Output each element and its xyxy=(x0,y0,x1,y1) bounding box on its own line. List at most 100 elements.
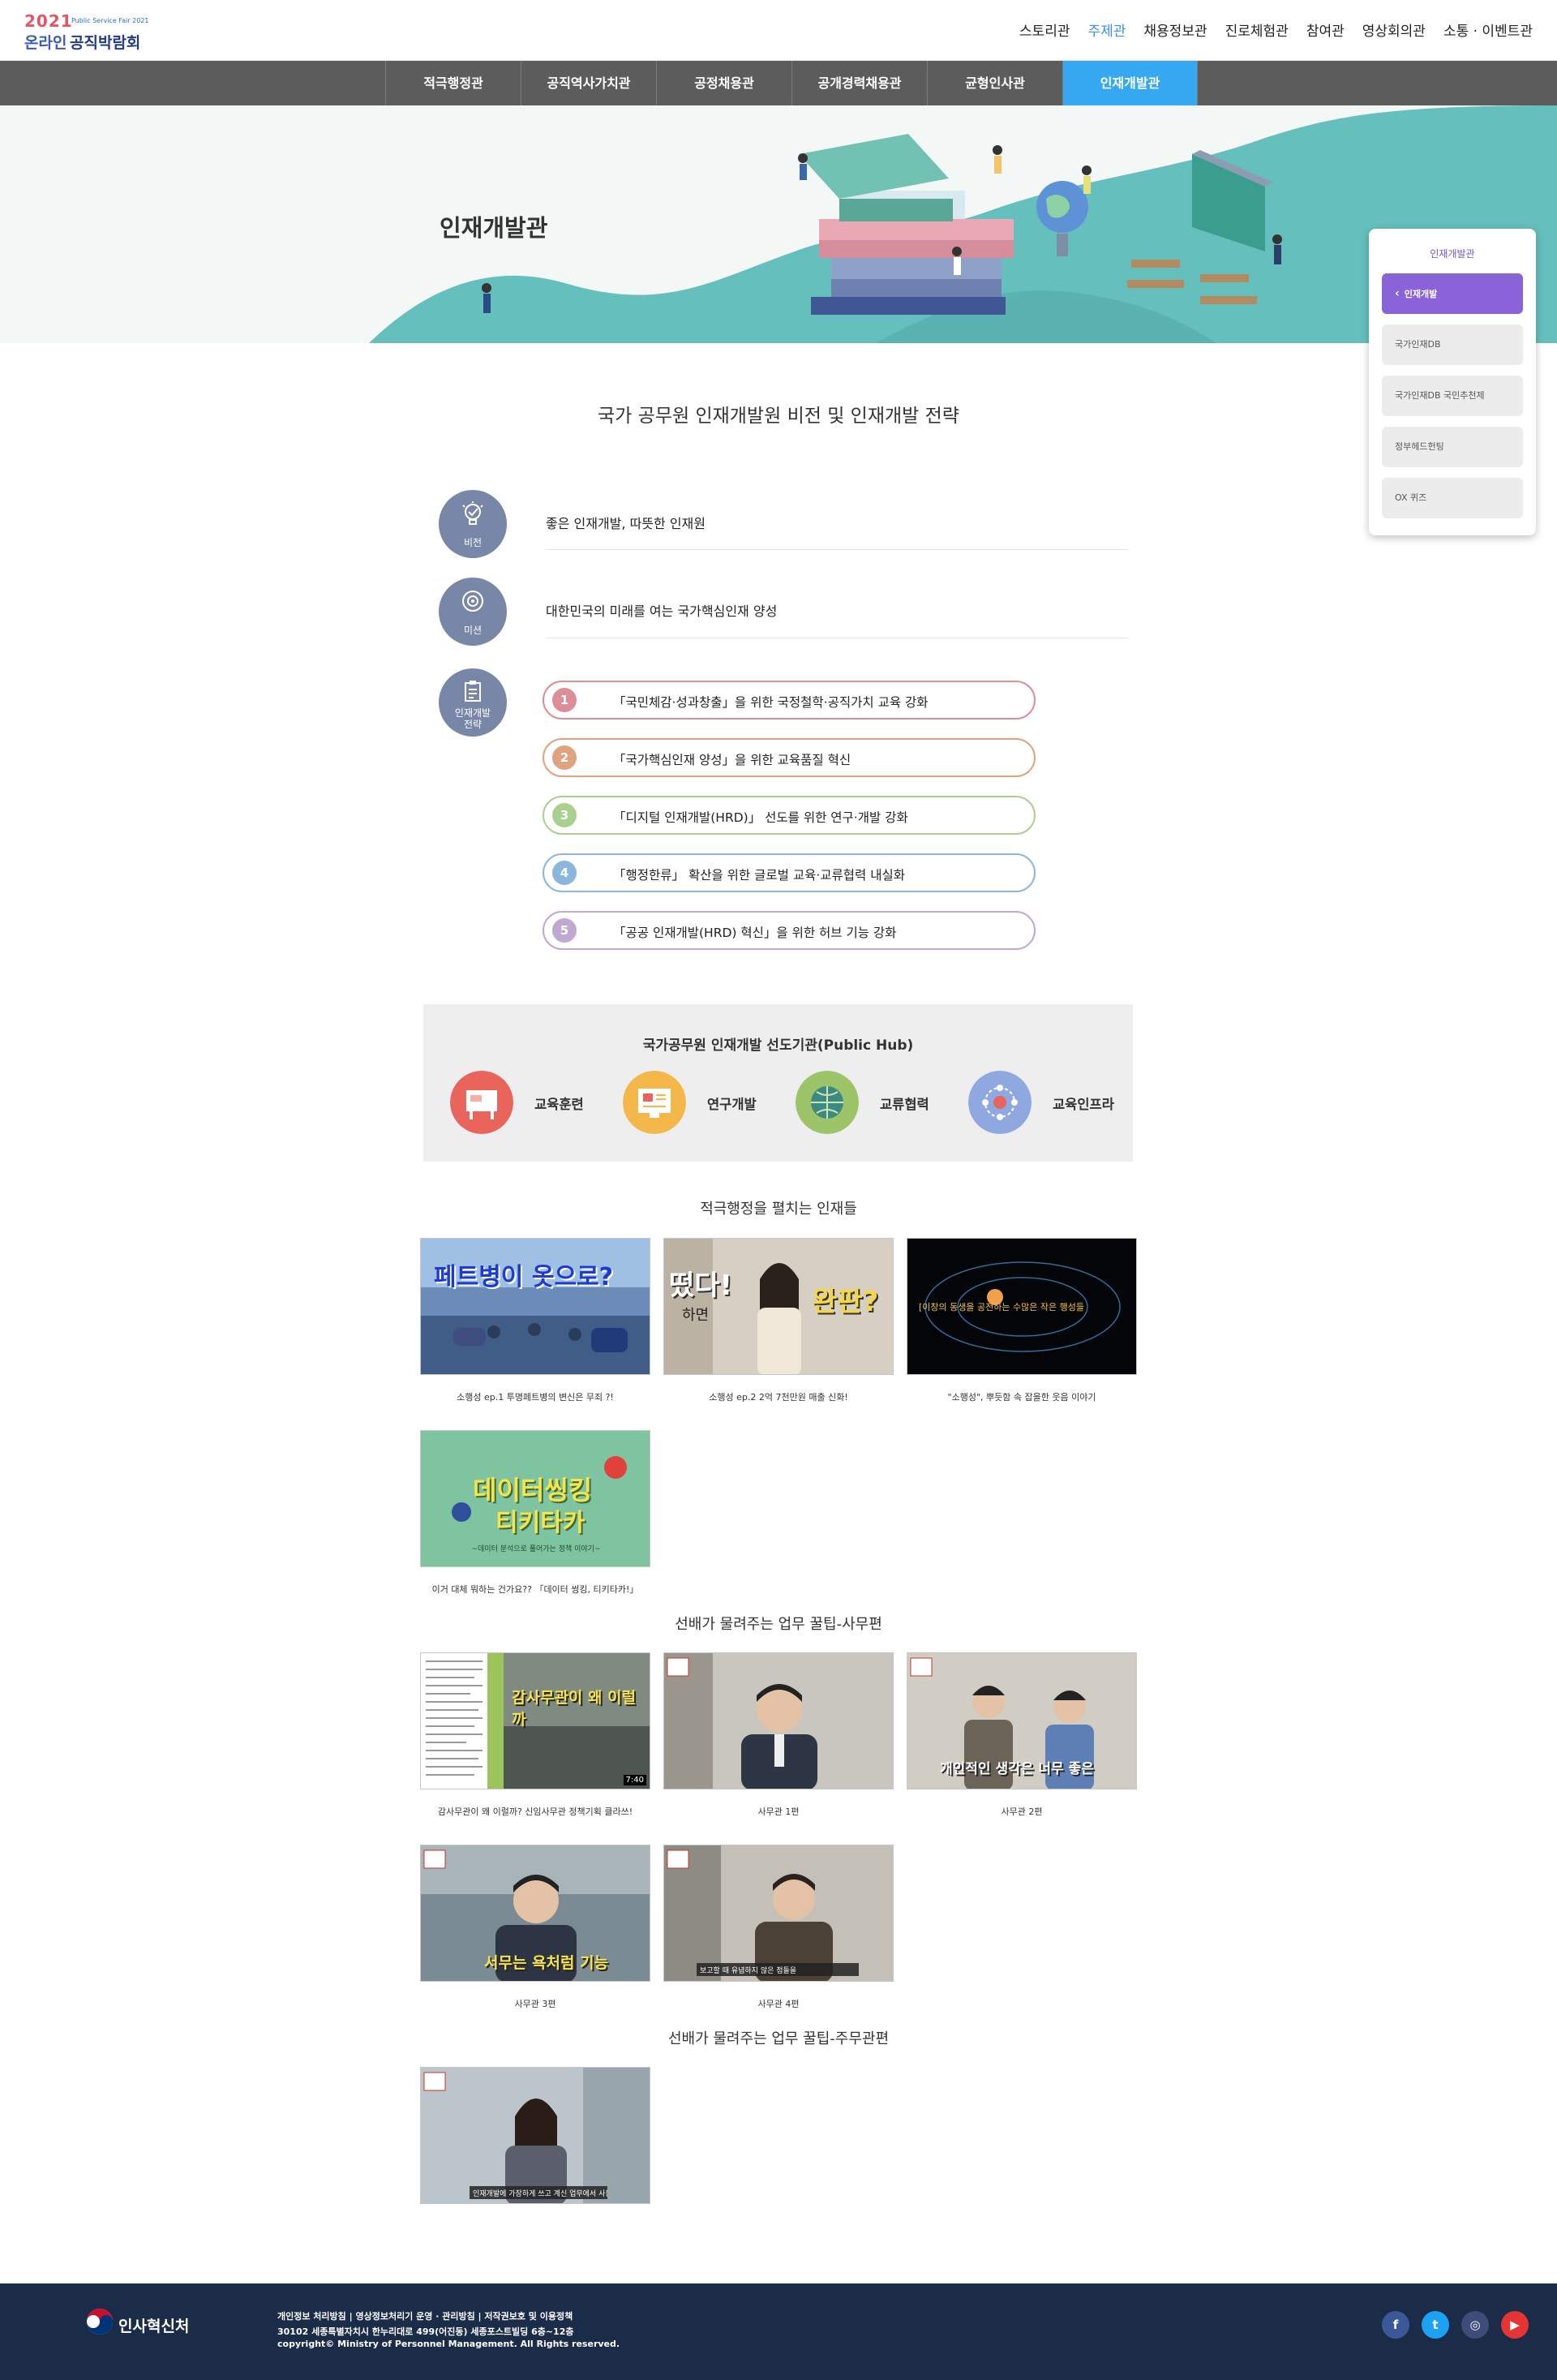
public-hub-box: 국가공무원 인재개발 선도기관(Public Hub) 교육훈련 연구개발 교류… xyxy=(423,1004,1133,1162)
video-thumbnail[interactable] xyxy=(663,1652,894,1789)
video-caption[interactable]: 사무관 2편 xyxy=(907,1805,1137,1818)
footer-logo[interactable]: 인사혁신처 xyxy=(86,2308,189,2339)
side-item-ox-quiz[interactable]: OX 퀴즈 xyxy=(1382,478,1523,518)
video-overlay-text: 완판? xyxy=(812,1286,879,1318)
subnav-talent-development[interactable]: 인재개발관 xyxy=(1062,61,1198,105)
strategy-number: 4 xyxy=(552,861,577,885)
footer-address: 30102 세종특별자치시 한누리대로 499(어진동) 세종포스트빌딩 6층~… xyxy=(277,2326,574,2337)
video-overlay-text: 하면 xyxy=(682,1307,710,1324)
globe-icon xyxy=(796,1071,859,1134)
subnav-balanced-personnel[interactable]: 균형인사관 xyxy=(927,61,1062,105)
side-item-talent-development[interactable]: ‹ 인재개발 xyxy=(1382,273,1523,314)
mission-label: 미션 xyxy=(463,625,483,636)
video-still xyxy=(421,2068,650,2203)
topnav-events[interactable]: 소통 · 이벤트관 xyxy=(1443,19,1533,40)
video-thumbnail[interactable]: 개인적인 생각은 너무 좋은 xyxy=(907,1652,1137,1789)
site-footer: 인사혁신처 개인정보 처리방침 | 영상정보처리기 운영 · 관리방침 | 저작… xyxy=(0,2283,1557,2380)
video-overlay-text: 페트병이 옷으로? xyxy=(434,1263,614,1291)
video-thumbnail[interactable]: 보고할 때 유념하지 않은 점들을 xyxy=(663,1845,894,1982)
clipboard-icon xyxy=(465,681,481,702)
page-title: 인재개발관 xyxy=(440,214,548,242)
strategy-number: 5 xyxy=(552,918,577,943)
strategy-item: 2 「국가핵심인재 양성」을 위한 교육품질 혁신 xyxy=(543,738,1036,777)
video-caption[interactable]: "소행성", 뿌듯함 속 잡을한 웃음 이야기 xyxy=(907,1390,1137,1403)
video-caption[interactable]: 이거 대체 뭐하는 건가요?? 「데이터 썽킹, 티키타카!」 xyxy=(420,1583,650,1596)
strategy-label-1: 인재개발 xyxy=(454,707,491,719)
subnav-open-career[interactable]: 공개경력채용관 xyxy=(791,61,927,105)
video-thumbnail[interactable]: 서무는 욕처럼 기능 xyxy=(420,1845,650,1982)
video-thumbnail[interactable]: 데이터씽킹 티키타카 ~데이터 분석으로 풀어가는 정책 이야기~ xyxy=(420,1430,650,1567)
strategy-item: 3 「디지털 인재개발(HRD)」 선도를 위한 연구·개발 강화 xyxy=(543,796,1036,835)
strategy-text: 「국가핵심인재 양성」을 위한 교육품질 혁신 xyxy=(613,753,851,767)
subnav-fair-hiring[interactable]: 공정채용관 xyxy=(656,61,791,105)
video-thumbnail[interactable]: 인재개발에 가장하게 쓰고 계신 업무에서 사용 후 xyxy=(420,2067,650,2204)
video-overlay-text: 개인적인 생각은 너무 좋은 xyxy=(940,1761,1094,1777)
topnav-theme[interactable]: 주제관 xyxy=(1087,19,1126,40)
youtube-icon[interactable]: ▶ xyxy=(1501,2311,1529,2339)
strategy-item: 5 「공공 인재개발(HRD) 혁신」을 위한 허브 기능 강화 xyxy=(543,911,1036,950)
instagram-icon[interactable]: ◎ xyxy=(1461,2311,1489,2339)
topnav-career[interactable]: 진로체험관 xyxy=(1225,19,1289,40)
hub-item-label: 연구개발 xyxy=(707,1097,757,1112)
hub-item-label: 교류협력 xyxy=(880,1097,929,1112)
footer-links[interactable]: 개인정보 처리방침 | 영상정보처리기 운영 · 관리방침 | 저작권보호 및 … xyxy=(277,2309,573,2322)
footer-org-name: 인사혁신처 xyxy=(118,2318,190,2335)
video-overlay-text: 감사무관이 왜 이럴까 xyxy=(512,1689,637,1729)
report-icon xyxy=(623,1071,686,1134)
target-icon xyxy=(462,591,483,612)
strategy-badge: 인재개발 전략 xyxy=(439,668,507,737)
sub-navigation: 적극행정관 공직역사가치관 공정채용관 공개경력채용관 균형인사관 인재개발관 xyxy=(0,61,1557,105)
video-overlay-text: 보고할 때 유념하지 않은 점들을 xyxy=(700,1967,797,1975)
side-item-talent-db[interactable]: 국가인재DB xyxy=(1382,324,1523,365)
side-menu-title: 인재개발관 xyxy=(1430,248,1475,260)
strategy-label-2: 전략 xyxy=(463,719,483,730)
video-overlay-text: 티키타카 xyxy=(495,1509,585,1537)
video-overlay-text: [이창의 동생을 공전하는 수많은 작은 행성들 xyxy=(919,1302,1084,1312)
site-logo[interactable]: 2021 Public Service Fair 2021 온라인 공직박람회 xyxy=(24,11,154,52)
facebook-icon[interactable]: f xyxy=(1382,2311,1409,2339)
hub-title: 국가공무원 인재개발 선도기관(Public Hub) xyxy=(642,1037,914,1054)
video-caption[interactable]: 사무관 1편 xyxy=(663,1805,894,1818)
vision-text: 좋은 인재개발, 따뜻한 인재원 xyxy=(546,516,706,531)
side-menu: 인재개발관 ‹ 인재개발 국가인재DB 국가인재DB 국민추천제 정부헤드헌팅 O… xyxy=(1369,229,1536,535)
vision-section-title: 국가 공무원 인재개발원 비전 및 인재개발 전략 xyxy=(598,406,959,427)
strategy-text: 「행정한류」 확산을 위한 글로벌 교육·교류협력 내실화 xyxy=(613,868,906,883)
video-caption[interactable]: 감사무관이 왜 이럴까? 신임사무관 정책기획 클라쓰! xyxy=(420,1805,650,1818)
strategy-text: 「국민체감·성과창출」을 위한 국정철학·공직가치 교육 강화 xyxy=(613,695,929,710)
video-overlay-text: ~데이터 분석으로 풀어가는 정책 이야기~ xyxy=(471,1545,601,1553)
video-caption[interactable]: 사무관 4편 xyxy=(663,1997,894,2010)
subnav-active-admin[interactable]: 적극행정관 xyxy=(385,61,521,105)
topnav-jobs[interactable]: 채용정보관 xyxy=(1143,19,1207,40)
twitter-icon[interactable]: t xyxy=(1422,2311,1449,2339)
strategy-number: 3 xyxy=(552,803,577,827)
vision-badge: 비전 xyxy=(439,490,507,558)
video-thumbnail[interactable]: 페트병이 옷으로? xyxy=(420,1238,650,1375)
video-section-title: 선배가 물려주는 업무 꿀팁-주무관편 xyxy=(667,2030,890,2047)
side-item-headhunting[interactable]: 정부헤드헌팅 xyxy=(1382,427,1523,467)
video-overlay-text: 인재개발에 가장하게 쓰고 계신 업무에서 사용 후 xyxy=(473,2190,607,2198)
logo-line1: 온라인 xyxy=(24,34,67,52)
chevron-left-icon: ‹ xyxy=(1395,287,1400,300)
video-thumbnail[interactable]: 감사무관이 왜 이럴까 7:40 xyxy=(420,1652,650,1789)
subnav-history-values[interactable]: 공직역사가치관 xyxy=(521,61,656,105)
video-caption[interactable]: 소행성 ep.1 투명페트병의 변신은 무죄 ?! xyxy=(420,1390,650,1403)
top-navigation: 스토리관 주제관 채용정보관 진로체험관 참여관 영상회의관 소통 · 이벤트관 xyxy=(1019,19,1533,40)
taegeuk-icon xyxy=(87,2309,113,2335)
video-thumbnail[interactable]: [이창의 동생을 공전하는 수많은 작은 행성들 xyxy=(907,1238,1137,1375)
topnav-story[interactable]: 스토리관 xyxy=(1019,19,1070,40)
topnav-video-meeting[interactable]: 영상회의관 xyxy=(1362,19,1426,40)
hub-item-label: 교육인프라 xyxy=(1053,1097,1114,1112)
lightbulb-icon xyxy=(462,501,483,525)
strategy-text: 「디지털 인재개발(HRD)」 선도를 위한 연구·개발 강화 xyxy=(613,810,908,825)
video-thumbnail[interactable]: 떴다! 하면 완판? xyxy=(663,1238,894,1375)
network-icon xyxy=(968,1071,1032,1134)
logo-sub: Public Service Fair 2021 xyxy=(71,17,149,24)
video-caption[interactable]: 소행성 ep.2 2억 7천만원 매출 신화! xyxy=(663,1390,894,1403)
mission-badge: 미션 xyxy=(439,578,507,646)
vision-divider xyxy=(546,549,1128,550)
mission-text: 대한민국의 미래를 여는 국가핵심인재 양성 xyxy=(546,604,778,619)
strategy-number: 2 xyxy=(552,745,577,770)
video-caption[interactable]: 사무관 3편 xyxy=(420,1997,650,2010)
topnav-participation[interactable]: 참여관 xyxy=(1306,19,1345,40)
hero-banner: 인재개발관 xyxy=(0,105,1557,343)
